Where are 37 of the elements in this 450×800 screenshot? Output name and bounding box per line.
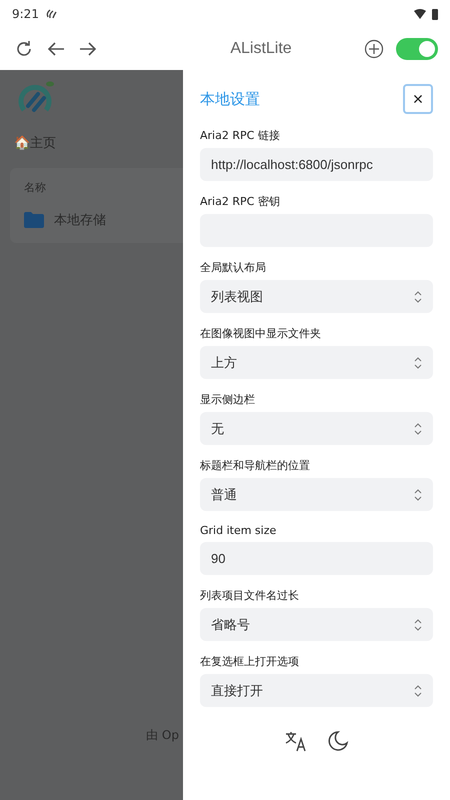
field-label: 显示侧边栏	[200, 392, 256, 407]
field-label: Aria2 RPC 链接	[200, 128, 281, 143]
select-field[interactable]: 无	[200, 412, 433, 445]
field-label: Grid item size	[200, 524, 278, 537]
select-field[interactable]: 直接打开	[200, 674, 433, 707]
toggle-switch[interactable]	[396, 38, 438, 60]
chevron-updown-icon	[414, 618, 422, 630]
drawer-title: 本地设置	[200, 90, 260, 108]
chevron-updown-icon	[414, 684, 422, 696]
chevron-updown-icon	[414, 488, 422, 500]
moon-icon[interactable]	[326, 730, 348, 752]
select-field[interactable]: 省略号	[200, 608, 433, 641]
select-field[interactable]: 普通	[200, 478, 433, 511]
translate-icon[interactable]	[284, 730, 308, 752]
field-label: 标题栏和导航栏的位置	[200, 458, 311, 473]
status-time: 9:21	[12, 7, 39, 21]
notification-icon	[44, 8, 57, 20]
battery-icon	[432, 8, 438, 20]
field-label: 在图像视图中显示文件夹	[200, 326, 322, 341]
field-label: 列表项目文件名过长	[200, 588, 300, 603]
field-label: 在复选框上打开选项	[200, 654, 300, 669]
chevron-updown-icon	[414, 422, 422, 434]
chevron-updown-icon	[414, 290, 422, 302]
close-button[interactable]: ×	[403, 84, 433, 114]
input-field[interactable]: http://localhost:6800/jsonrpc	[200, 148, 433, 181]
add-icon[interactable]	[364, 39, 384, 59]
field-label: 全局默认布局	[200, 260, 267, 275]
select-field[interactable]: 列表视图	[200, 280, 433, 313]
select-field[interactable]: 上方	[200, 346, 433, 379]
chevron-updown-icon	[414, 356, 422, 368]
input-field[interactable]: 90	[200, 542, 433, 575]
refresh-icon[interactable]	[14, 39, 34, 59]
app-title: AListLite	[229, 40, 293, 58]
wifi-icon	[414, 9, 426, 19]
column-header: 名称	[24, 180, 47, 195]
folder-icon	[24, 212, 44, 228]
field-label: Aria2 RPC 密钥	[200, 194, 281, 209]
